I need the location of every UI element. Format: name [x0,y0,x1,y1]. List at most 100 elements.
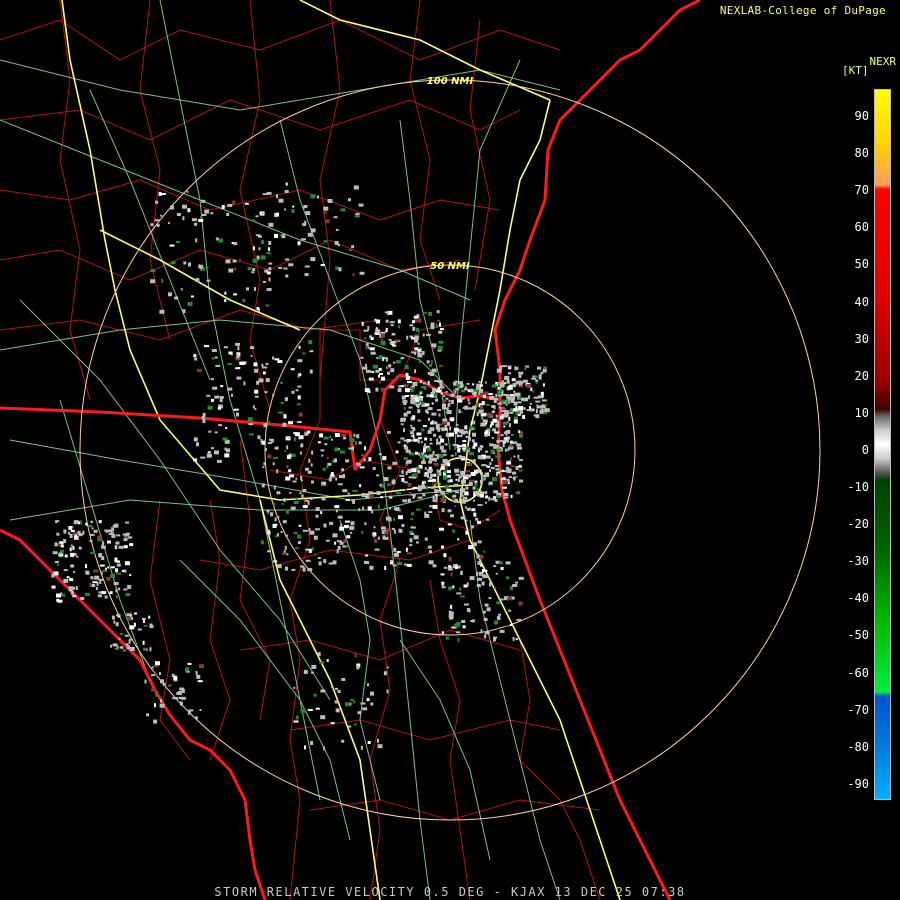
echo-pixel [321,454,324,457]
echo-pixel [304,265,310,268]
echo-pixel [334,541,337,545]
echo-pixel [428,417,430,421]
echo-pixel [273,502,276,507]
echo-pixel [115,541,120,545]
echo-pixel [311,671,314,674]
echo-pixel [58,552,62,556]
echo-pixel [260,255,266,260]
echo-pixel [461,620,466,623]
echo-pixel [416,541,419,544]
echo-pixel [450,454,454,457]
echo-pixel [329,521,334,525]
echo-pixel [302,352,306,355]
echo-pixel [386,689,389,694]
echo-pixel [111,534,116,538]
echo-pixel [151,666,154,669]
echo-pixel [433,393,438,397]
echo-pixel [429,438,432,441]
echo-pixel [300,708,306,713]
echo-pixel [537,395,543,399]
echo-pixel [458,409,461,414]
echo-pixel [401,469,404,474]
echo-pixel [377,536,380,540]
echo-pixel [110,566,115,569]
echo-pixel [105,530,108,533]
echo-pixel [435,398,438,402]
echo-pixel [398,528,401,533]
echo-pixel [455,473,460,476]
echo-pixel [416,338,419,342]
echo-pixel [427,407,433,411]
echo-pixel [339,526,345,531]
echo-pixel [475,409,478,412]
echo-pixel [221,205,225,209]
echo-pixel [72,531,78,535]
echo-pixel [435,494,438,496]
echo-pixel [395,360,401,364]
echo-pixel [364,446,367,451]
echo-pixel [389,341,395,344]
echo-pixel [509,444,512,448]
echo-pixel [504,411,506,414]
echo-pixel [462,449,466,452]
echo-pixel [441,545,444,549]
echo-pixel [452,443,457,446]
echo-pixel [480,629,483,634]
echo-pixel [250,346,255,349]
echo-pixel [298,345,301,349]
echo-pixel [252,219,256,222]
echo-pixel [502,486,507,489]
echo-pixel [417,342,420,345]
echo-pixel [95,576,99,579]
echo-pixel [472,542,477,547]
echo-pixel [537,405,543,409]
echo-pixel [314,553,317,556]
echo-pixel [417,470,420,474]
echo-pixel [91,527,94,530]
echo-pixel [358,203,364,207]
echo-pixel [466,470,471,473]
echo-pixel [442,418,448,422]
echo-pixel [262,466,265,469]
echo-pixel [287,436,290,439]
echo-pixel [119,632,123,635]
echo-pixel [224,291,227,295]
echo-pixel [424,467,427,471]
echo-pixel [60,544,64,548]
echo-pixel [490,498,496,501]
echo-pixel [485,422,488,425]
echo-pixel [115,588,118,593]
echo-pixel [462,447,466,450]
echo-pixel [325,539,330,542]
echo-pixel [252,258,258,263]
product-caption: STORM RELATIVE VELOCITY 0.5 DEG - KJAX 1… [214,885,686,899]
echo-pixel [299,451,302,455]
echo-pixel [501,408,507,411]
echo-pixel [458,445,463,448]
echo-pixel [159,309,165,314]
echo-pixel [463,603,469,606]
echo-pixel [496,495,501,499]
echo-pixel [207,451,211,454]
echo-pixel [342,489,348,493]
echo-pixel [352,489,358,492]
echo-pixel [409,324,414,327]
echo-pixel [390,559,393,562]
echo-pixel [119,646,122,649]
scale-tick: -50 [847,628,869,643]
echo-pixel [454,380,458,383]
echo-pixel [201,199,206,203]
echo-pixel [410,533,415,535]
echo-pixel [468,479,474,482]
echo-pixel [366,494,370,498]
echo-pixel [194,357,198,361]
echo-pixel [333,216,338,219]
echo-pixel [376,491,381,495]
echo-pixel [442,403,446,408]
echo-pixel [258,378,264,383]
echo-pixel [407,469,412,473]
echo-pixel [243,381,246,386]
echo-pixel [446,407,449,411]
echo-pixel [456,621,461,626]
echo-pixel [419,496,422,499]
